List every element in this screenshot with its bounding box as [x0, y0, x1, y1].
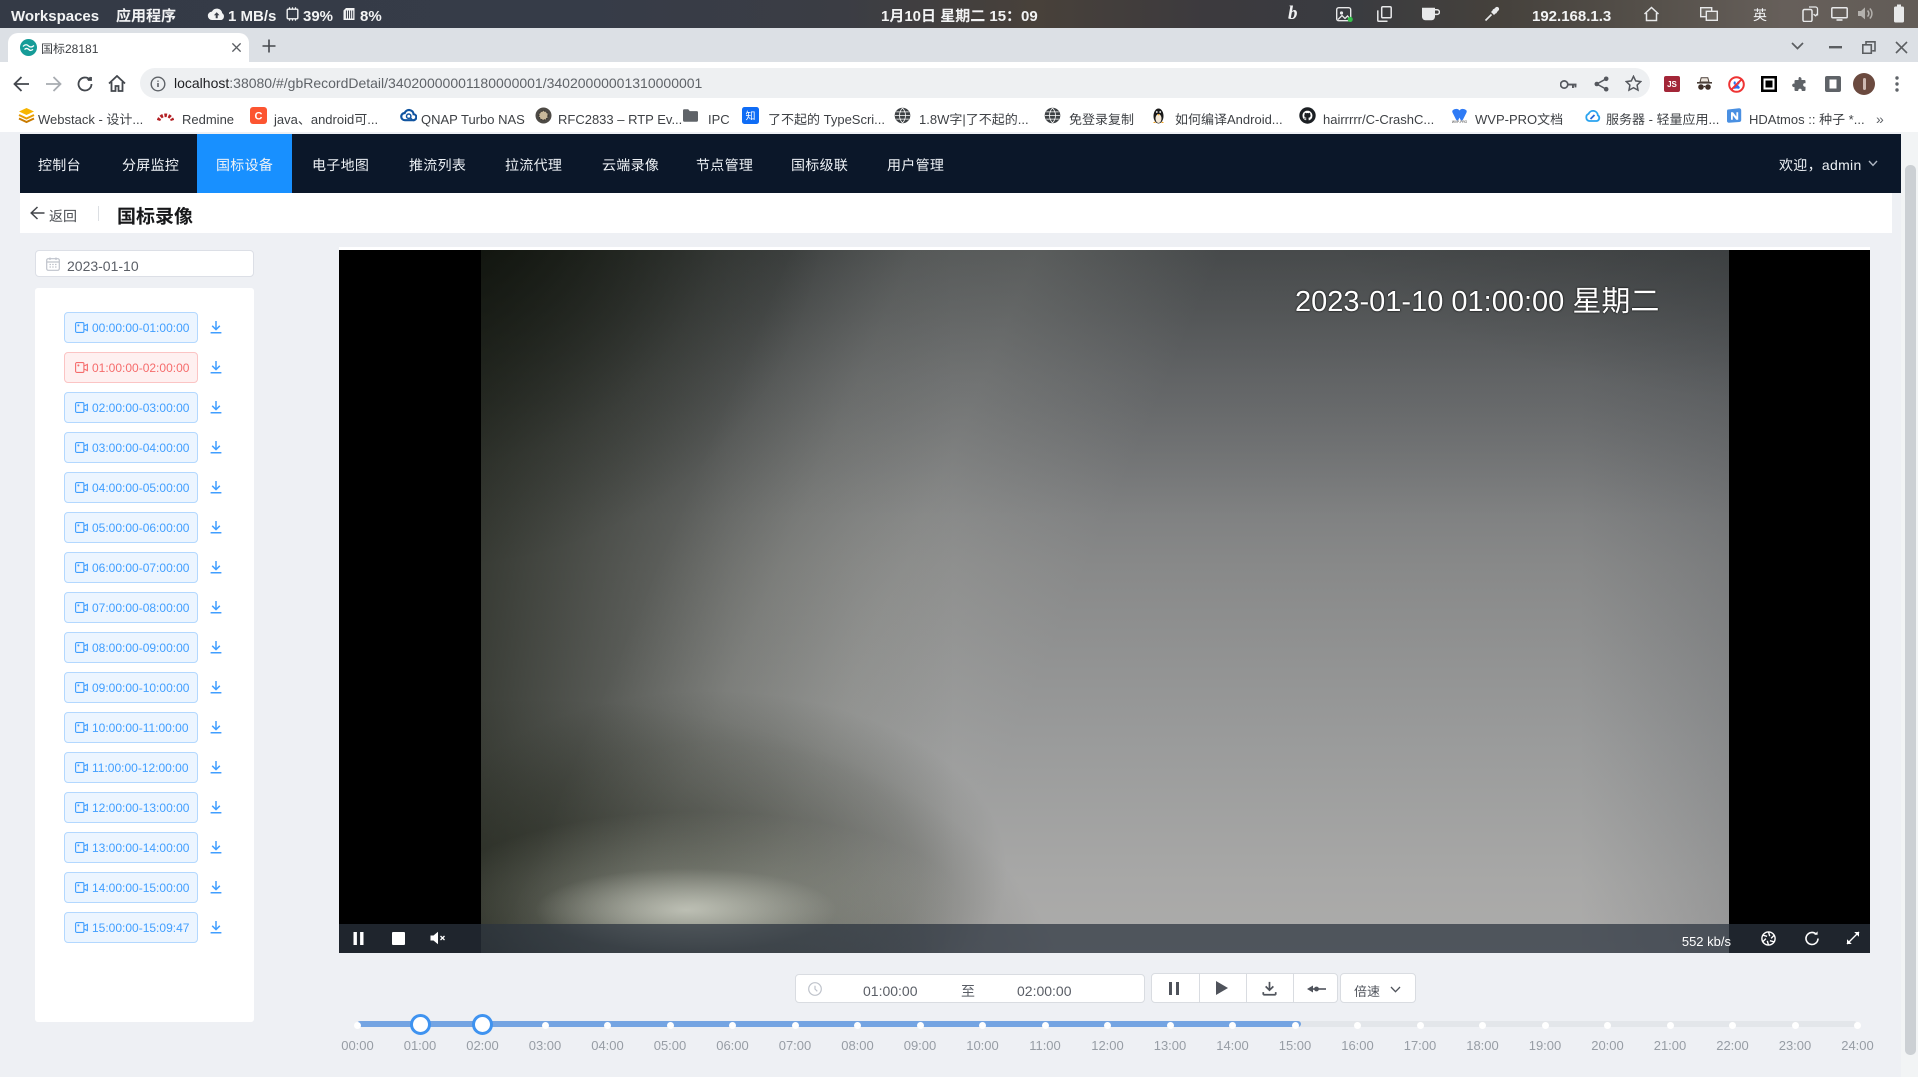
- svg-text:WVP-PRO: WVP-PRO: [1452, 120, 1468, 124]
- svg-text:C: C: [255, 111, 263, 123]
- svg-text:知: 知: [746, 108, 756, 123]
